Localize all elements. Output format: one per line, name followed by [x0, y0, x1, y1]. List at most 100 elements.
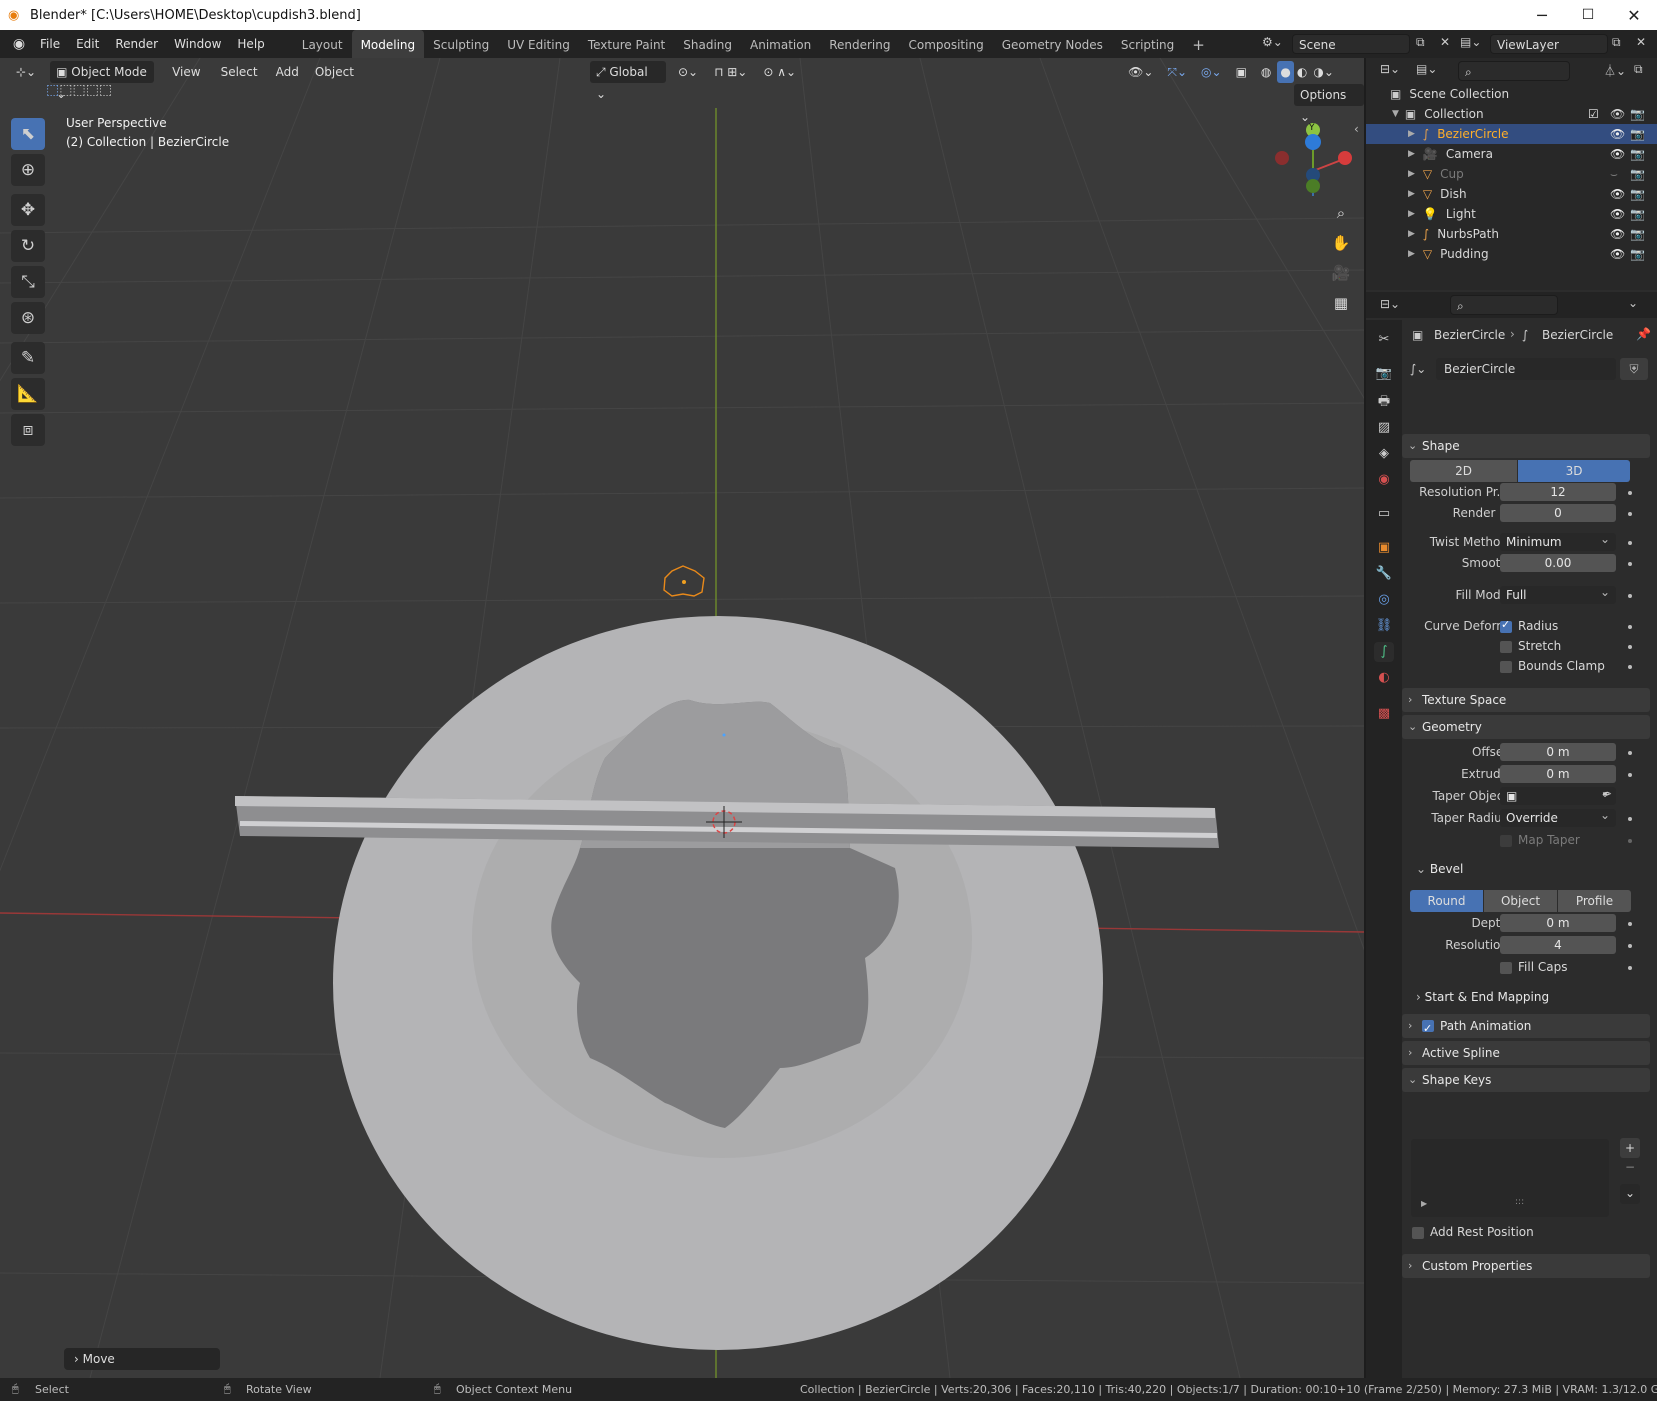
fill-mode-dropdown[interactable]: Full — [1500, 583, 1616, 604]
tab-geometry-nodes[interactable]: Geometry Nodes — [993, 30, 1112, 58]
last-operator-panel[interactable]: › Move — [64, 1348, 220, 1370]
mode-selector[interactable]: ▣ Object Mode ⌄ — [50, 61, 155, 101]
new-view-layer-icon[interactable]: ⧉ — [1612, 35, 1621, 50]
add-cube-tool-icon[interactable]: ⧈ — [11, 414, 45, 446]
bounds-clamp-checkbox[interactable] — [1500, 661, 1512, 673]
eyedropper-icon[interactable]: ✒ — [1602, 787, 1612, 801]
view-layer-icon[interactable]: ▤⌄ — [1460, 35, 1481, 49]
shape-keys-panel-header[interactable]: ⌄ Shape Keys — [1402, 1068, 1650, 1092]
select-box-tool-icon[interactable]: ⬉ — [11, 118, 45, 150]
rotate-tool-icon[interactable]: ↻ — [11, 230, 45, 262]
custom-properties-panel-header[interactable]: › Custom Properties — [1402, 1254, 1650, 1278]
taper-object-field[interactable]: ▣ — [1500, 784, 1616, 805]
maximize-button[interactable]: ☐ — [1565, 0, 1611, 30]
minimize-button[interactable]: ─ — [1519, 0, 1565, 30]
transform-orientation[interactable]: ⤢ Global ⌄ — [589, 61, 666, 101]
menu-object[interactable]: Object — [309, 61, 360, 83]
remove-scene-icon[interactable]: ✕ — [1440, 35, 1450, 49]
smooth-field[interactable]: 0.00 — [1500, 554, 1616, 572]
annotate-tool-icon[interactable]: ✎ — [11, 342, 45, 374]
tab-sculpting[interactable]: Sculpting — [424, 30, 498, 58]
shading-solid-icon[interactable]: ● — [1277, 61, 1294, 83]
radius-checkbox[interactable] — [1500, 618, 1512, 633]
fill-caps-checkbox[interactable] — [1500, 962, 1512, 974]
add-rest-position-checkbox[interactable] — [1412, 1227, 1424, 1239]
measure-tool-icon[interactable]: 📐 — [11, 378, 45, 410]
add-workspace-icon[interactable]: + — [1183, 30, 1214, 58]
menu-edit[interactable]: Edit — [68, 30, 107, 58]
scene-icon[interactable]: ⚙⌄ — [1262, 35, 1283, 49]
menu-help[interactable]: Help — [229, 30, 272, 58]
render-u-field[interactable]: 0 — [1500, 504, 1616, 522]
resolution-preview-field[interactable]: 12 — [1500, 483, 1616, 501]
transform-tool-icon[interactable]: ⊛ — [11, 302, 45, 334]
list-resize-grip-icon[interactable]: ::: — [1515, 1197, 1524, 1207]
viewport-scene[interactable] — [0, 58, 1364, 1378]
tab-uv-editing[interactable]: UV Editing — [498, 30, 579, 58]
snap-icon[interactable]: ⊓ ⊞⌄ — [708, 61, 753, 83]
shape-key-specials-icon[interactable]: ⌄ — [1620, 1184, 1640, 1204]
start-end-mapping-header[interactable]: › Start & End Mapping — [1416, 990, 1549, 1004]
tab-animation[interactable]: Animation — [741, 30, 820, 58]
visibility-icon[interactable]: 👁⌄ — [1122, 61, 1159, 83]
view-layer-selector[interactable]: ViewLayer — [1490, 34, 1608, 54]
proportional-edit-icon[interactable]: ⊙ ∧⌄ — [757, 61, 802, 83]
3d-viewport[interactable]: Y ⊹⌄ ▣ Object Mode ⌄ View Select Add Obj… — [0, 58, 1364, 1378]
close-button[interactable]: ✕ — [1611, 0, 1657, 30]
gizmo-toggle-icon[interactable]: ⤧⌄ — [1161, 61, 1193, 83]
bevel-depth-field[interactable]: 0 m — [1500, 914, 1616, 932]
dim-3d-button[interactable]: 3D — [1518, 460, 1630, 482]
menu-add[interactable]: Add — [270, 61, 305, 83]
menu-window[interactable]: Window — [166, 30, 229, 58]
bevel-subpanel-header[interactable]: ⌄ Bevel — [1416, 862, 1463, 876]
bevel-mode-round-button[interactable]: Round — [1410, 890, 1483, 912]
tab-modeling[interactable]: Modeling — [351, 30, 425, 58]
pivot-point-icon[interactable]: ⊙⌄ — [672, 61, 704, 83]
shading-wireframe-icon[interactable]: ◍ — [1255, 61, 1277, 83]
menu-select[interactable]: Select — [215, 61, 264, 83]
tab-layout[interactable]: Layout — [293, 30, 352, 58]
scene-selector[interactable]: Scene — [1292, 34, 1410, 54]
select-mode-icons[interactable]: ⬚⬚⬚⬚⬚ — [46, 82, 112, 98]
shape-keys-list[interactable]: ▶::: — [1411, 1139, 1609, 1217]
tab-texture-paint[interactable]: Texture Paint — [579, 30, 674, 58]
shading-rendered-icon[interactable]: ◑⌄ — [1310, 61, 1337, 83]
pan-hand-icon[interactable]: ✋ — [1325, 228, 1357, 258]
menu-file[interactable]: File — [32, 30, 68, 58]
zoom-icon[interactable]: ⌕ — [1325, 198, 1357, 228]
bevel-resolution-field[interactable]: 4 — [1500, 936, 1616, 954]
bevel-mode-profile-button[interactable]: Profile — [1558, 890, 1631, 912]
path-animation-panel-header[interactable]: › Path Animation — [1402, 1014, 1650, 1041]
tab-scripting[interactable]: Scripting — [1112, 30, 1183, 58]
texture-space-panel-header[interactable]: › Texture Space — [1402, 688, 1650, 712]
taper-radius-dropdown[interactable]: Override — [1500, 806, 1616, 827]
menu-view[interactable]: View — [166, 61, 206, 83]
new-scene-icon[interactable]: ⧉ — [1416, 35, 1425, 50]
shape-panel-header[interactable]: ⌄ Shape — [1402, 434, 1650, 458]
blender-menu-icon[interactable]: ◉ — [6, 36, 32, 52]
scale-tool-icon[interactable]: ⤡ — [11, 266, 45, 298]
twist-method-dropdown[interactable]: Minimum — [1500, 530, 1616, 551]
stretch-checkbox[interactable] — [1500, 641, 1512, 653]
xray-icon[interactable]: ▣ — [1230, 61, 1253, 83]
tab-compositing[interactable]: Compositing — [899, 30, 992, 58]
options-dropdown[interactable]: Options ⌄ — [1294, 84, 1364, 124]
camera-view-icon[interactable]: 🎥 — [1325, 258, 1357, 288]
active-spline-panel-header[interactable]: › Active Spline — [1402, 1041, 1650, 1065]
extrude-field[interactable]: 0 m — [1500, 765, 1616, 783]
shading-material-icon[interactable]: ◐ — [1294, 61, 1310, 83]
path-animation-checkbox[interactable] — [1422, 1017, 1434, 1041]
cursor-tool-icon[interactable]: ⊕ — [11, 154, 45, 186]
list-expand-icon[interactable]: ▶ — [1421, 1199, 1427, 1208]
add-shape-key-icon[interactable]: + — [1620, 1138, 1640, 1158]
bevel-mode-object-button[interactable]: Object — [1484, 890, 1557, 912]
map-taper-checkbox[interactable] — [1500, 835, 1512, 847]
remove-shape-key-icon[interactable]: − — [1620, 1160, 1640, 1178]
menu-render[interactable]: Render — [107, 30, 166, 58]
tab-shading[interactable]: Shading — [674, 30, 741, 58]
tab-rendering[interactable]: Rendering — [820, 30, 899, 58]
move-tool-icon[interactable]: ✥ — [11, 194, 45, 226]
ortho-grid-icon[interactable]: ▦ — [1325, 288, 1357, 318]
remove-view-layer-icon[interactable]: ✕ — [1636, 35, 1646, 49]
sidebar-toggle-icon[interactable]: ‹ — [1354, 122, 1359, 136]
